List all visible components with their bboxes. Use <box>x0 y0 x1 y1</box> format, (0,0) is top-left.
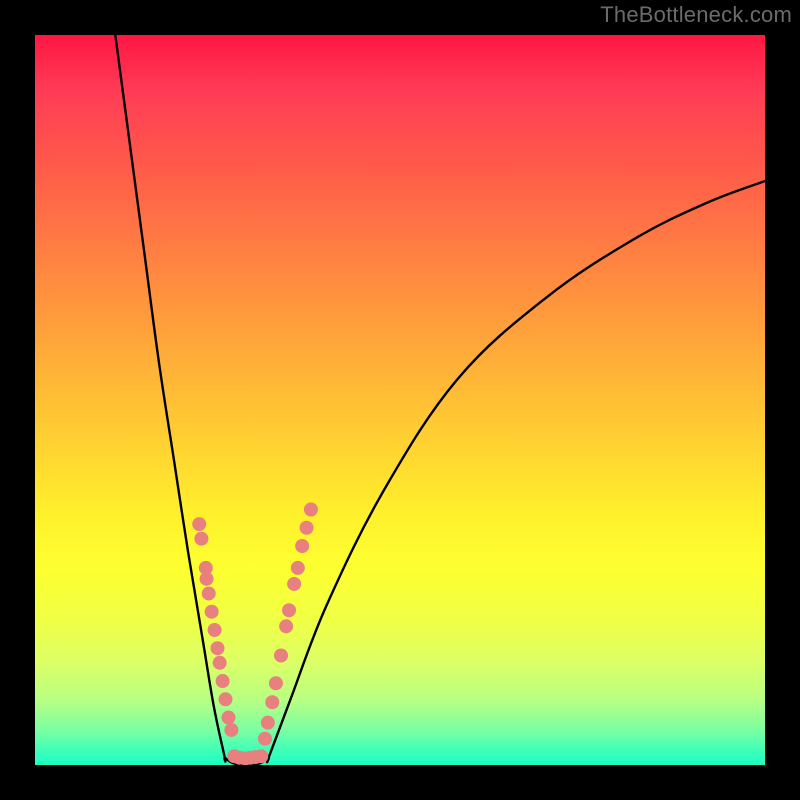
data-marker <box>205 605 219 619</box>
data-marker <box>219 692 233 706</box>
data-marker <box>216 674 230 688</box>
data-marker <box>291 561 305 575</box>
curve-group <box>115 35 765 765</box>
data-marker <box>269 676 283 690</box>
data-marker <box>261 716 275 730</box>
bottleneck-curve <box>115 35 765 765</box>
data-marker <box>221 711 235 725</box>
data-marker <box>300 521 314 535</box>
data-marker <box>282 603 296 617</box>
data-marker <box>211 641 225 655</box>
chart-svg <box>35 35 765 765</box>
data-marker <box>274 649 288 663</box>
data-marker <box>200 572 214 586</box>
data-marker <box>279 619 293 633</box>
data-marker <box>192 517 206 531</box>
data-marker <box>295 539 309 553</box>
data-marker <box>265 695 279 709</box>
watermark-text: TheBottleneck.com <box>600 2 792 28</box>
data-marker <box>258 732 272 746</box>
data-marker <box>213 656 227 670</box>
data-marker <box>304 503 318 517</box>
marker-group <box>192 503 318 766</box>
data-marker <box>208 623 222 637</box>
chart-plot-area <box>35 35 765 765</box>
data-marker <box>287 577 301 591</box>
data-marker <box>202 586 216 600</box>
data-marker <box>194 532 208 546</box>
chart-frame: TheBottleneck.com <box>0 0 800 800</box>
data-marker <box>254 749 268 763</box>
data-marker <box>224 723 238 737</box>
